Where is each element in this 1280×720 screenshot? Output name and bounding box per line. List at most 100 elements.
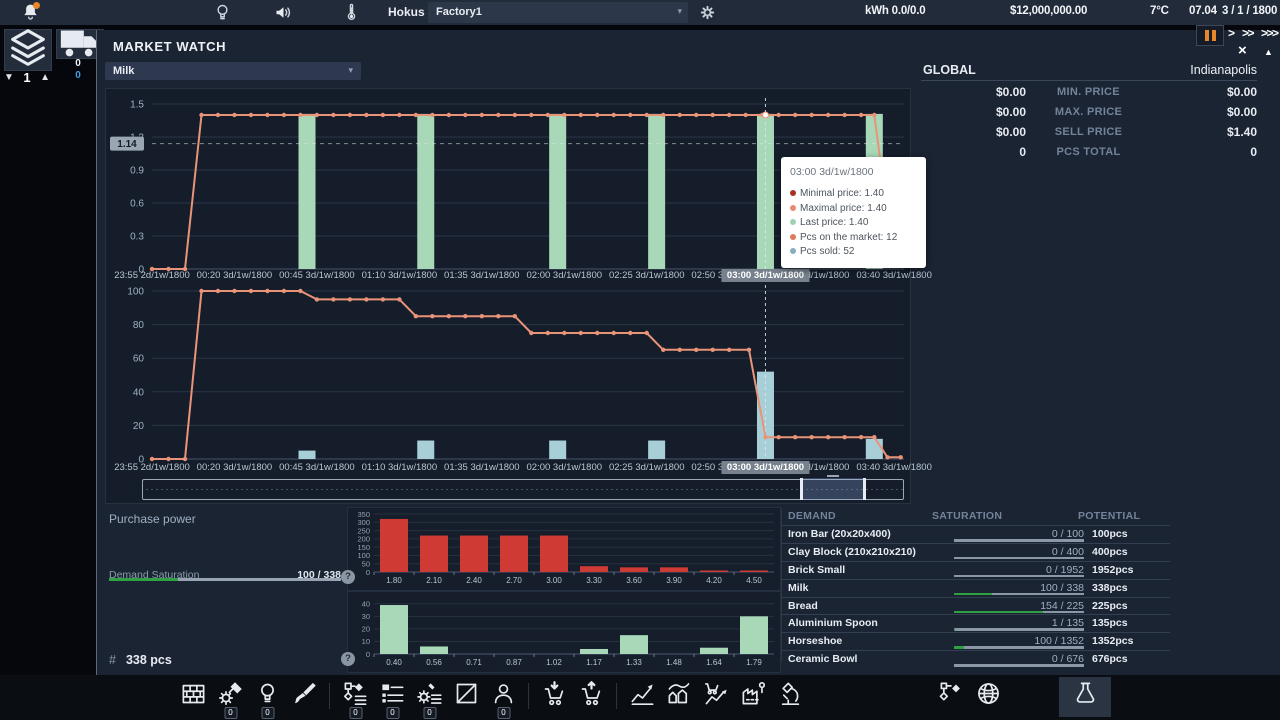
- factory-chart-icon: [740, 680, 767, 707]
- total-pieces-value: 338 pcs: [126, 653, 172, 667]
- nodes-icon: [938, 680, 965, 707]
- x-axis-highlight-label: 03:00 3d/1w/1800: [722, 269, 809, 282]
- clock-stat: 07.04: [1189, 5, 1217, 17]
- x-axis-label: 03:40 3d/1w/1800: [856, 462, 932, 473]
- chart-tooltip: 03:00 3d/1w/1800 Minimal price: 1.40Maxi…: [781, 157, 926, 268]
- svg-text:40: 40: [362, 600, 370, 609]
- time-range-scrollbar[interactable]: [142, 479, 904, 500]
- temperature-icon[interactable]: [341, 2, 362, 23]
- layer-up-button[interactable]: ▲: [40, 72, 50, 83]
- market-watch-button[interactable]: [624, 677, 661, 717]
- construction-button[interactable]: 0: [212, 677, 249, 717]
- product-select[interactable]: Milk ▾: [105, 62, 361, 80]
- hammer-icon: [217, 680, 244, 707]
- research-button[interactable]: [772, 677, 809, 717]
- town-stats-button[interactable]: [661, 677, 698, 717]
- task-list-button[interactable]: 0: [374, 677, 411, 717]
- layers-button[interactable]: [4, 29, 52, 71]
- sound-icon[interactable]: [273, 2, 294, 23]
- price-row-label: MAX. PRICE: [1016, 106, 1161, 118]
- layers-icon: [5, 25, 51, 76]
- demand-row[interactable]: Milk100 / 338338pcs: [782, 579, 1170, 597]
- build-bricks-button[interactable]: [175, 677, 212, 717]
- svg-text:100: 100: [127, 287, 144, 298]
- total-pieces: #338 pcs: [109, 653, 172, 667]
- saturation-bar: [954, 539, 1084, 542]
- ideas-button[interactable]: 0: [249, 677, 286, 717]
- export-button[interactable]: [573, 677, 610, 717]
- toolbar-divider: [616, 683, 617, 709]
- factory-view-button[interactable]: [1059, 677, 1111, 717]
- pieces-chart[interactable]: 020406080100: [106, 283, 910, 479]
- x-axis-label: 23:55 2d/1w/1800: [114, 270, 190, 281]
- demand-row[interactable]: Horseshoe100 / 13521352pcs: [782, 632, 1170, 650]
- microscope-icon: [777, 680, 804, 707]
- demand-row[interactable]: Aluminium Spoon1 / 135135pcs: [782, 614, 1170, 632]
- saturation-bar: [954, 664, 1084, 667]
- factory-select[interactable]: Factory1 ▾: [428, 2, 688, 23]
- x-axis-label: 00:45 3d/1w/1800: [279, 462, 355, 473]
- production-lines-button[interactable]: 0: [337, 677, 374, 717]
- person-icon: [490, 680, 517, 707]
- machines-button[interactable]: 0: [411, 677, 448, 717]
- workers-button[interactable]: 0: [485, 677, 522, 717]
- layer-stepper: ▼ 1 ▲: [4, 70, 50, 85]
- layer-down-button[interactable]: ▼: [4, 72, 14, 83]
- time-range-selection[interactable]: [800, 478, 866, 500]
- demand-saturation-bar: [109, 578, 341, 581]
- storage-button[interactable]: [448, 677, 485, 717]
- demand-row[interactable]: Ceramic Bowl0 / 676676pcs: [782, 650, 1170, 668]
- price-histogram-box: 0102030400.400.560.710.871.021.171.331.4…: [347, 591, 781, 673]
- crossed-box-icon: [453, 680, 480, 707]
- product-name: Ceramic Bowl: [788, 653, 857, 665]
- toolbar-divider: [528, 683, 529, 709]
- demand-row[interactable]: Bread154 / 225225pcs: [782, 597, 1170, 615]
- world-map-button[interactable]: [970, 677, 1007, 717]
- paint-button[interactable]: [286, 677, 323, 717]
- factory-stats-button[interactable]: [735, 677, 772, 717]
- close-window-button[interactable]: ×: [1238, 42, 1247, 59]
- x-axis-label: 02:00 3d/1w/1800: [526, 462, 602, 473]
- svg-text:4.20: 4.20: [706, 576, 722, 585]
- collapse-panel-button[interactable]: ▲: [1264, 47, 1273, 57]
- global-value: 0: [921, 145, 1026, 159]
- potential-value: 100pcs: [1092, 528, 1128, 540]
- lamp-icon[interactable]: [212, 2, 233, 23]
- svg-text:1.14: 1.14: [117, 139, 137, 150]
- svg-text:3.00: 3.00: [546, 576, 562, 585]
- help-icon[interactable]: ?: [341, 570, 355, 584]
- city-value: $1.40: [1147, 125, 1257, 139]
- pieces-chart-x-axis: 23:55 2d/1w/180000:20 3d/1w/180000:45 3d…: [106, 461, 910, 475]
- potential-value: 135pcs: [1092, 617, 1128, 629]
- fastest-speed-button[interactable]: >>>: [1261, 26, 1278, 40]
- fast-speed-button[interactable]: >>: [1242, 26, 1253, 40]
- svg-text:150: 150: [357, 543, 370, 552]
- pause-button[interactable]: [1196, 25, 1224, 46]
- trade-stats-button[interactable]: [698, 677, 735, 717]
- svg-text:30: 30: [362, 612, 370, 621]
- bottom-toolbar: 000000: [0, 675, 1280, 720]
- import-button[interactable]: [536, 677, 573, 717]
- energy-stat: kWh 0.0/0.0: [865, 5, 925, 17]
- notification-dot: [33, 2, 40, 9]
- temperature-stat: 7°C: [1150, 5, 1169, 17]
- svg-text:1.17: 1.17: [586, 658, 602, 667]
- svg-text:40: 40: [133, 387, 145, 398]
- production-chain-button[interactable]: [933, 677, 970, 717]
- legend-dot-icon: [790, 234, 796, 240]
- settings-gear-icon[interactable]: [697, 2, 718, 23]
- x-axis-label: 02:25 3d/1w/1800: [609, 270, 685, 281]
- play-speed-button[interactable]: >: [1228, 26, 1234, 40]
- flowchart-icon: [342, 680, 369, 707]
- price-row-label: MIN. PRICE: [1016, 86, 1161, 98]
- potential-value: 1952pcs: [1092, 564, 1133, 576]
- help-icon[interactable]: ?: [341, 652, 355, 666]
- demand-row[interactable]: Brick Small0 / 19521952pcs: [782, 561, 1170, 579]
- saturation-bar: [954, 628, 1084, 631]
- potential-value: 225pcs: [1092, 600, 1128, 612]
- city-title: Indianapolis: [1190, 63, 1257, 77]
- global-value: $0.00: [921, 85, 1026, 99]
- demand-row[interactable]: Iron Bar (20x20x400)0 / 100100pcs: [782, 525, 1170, 543]
- layer-value: 1: [23, 70, 30, 85]
- demand-row[interactable]: Clay Block (210x210x210)0 / 400400pcs: [782, 543, 1170, 561]
